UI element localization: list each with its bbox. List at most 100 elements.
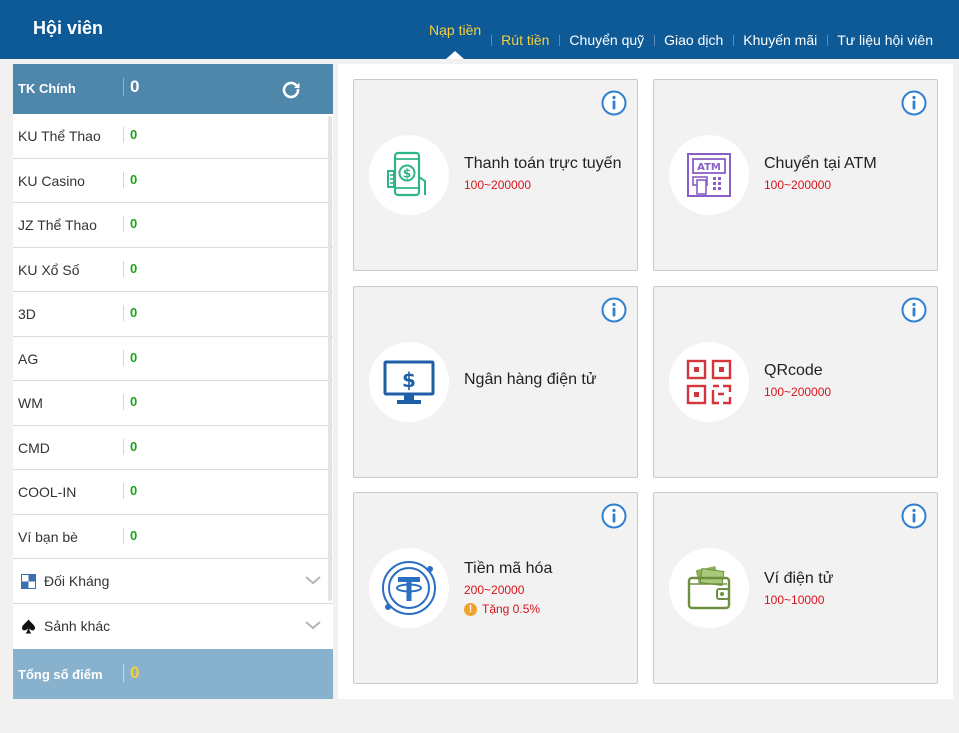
method-text: Ví điện tử 100~10000 — [764, 570, 833, 607]
list-item: CMD 0 — [13, 426, 333, 470]
method-text: Thanh toán trực tuyến 100~200000 — [464, 155, 621, 192]
method-card-e-wallet[interactable]: Ví điện tử 100~10000 — [653, 492, 938, 684]
method-title: Chuyển tại ATM — [764, 155, 877, 172]
mobile-payment-icon: $ — [387, 151, 426, 197]
method-icon-circle: ATM — [669, 135, 749, 215]
info-icon[interactable] — [601, 503, 627, 529]
method-range: 200~20000 — [464, 583, 525, 597]
list-item: WM 0 — [13, 381, 333, 426]
sidebar-scrollbar[interactable] — [328, 116, 332, 601]
method-range: 100~200000 — [764, 385, 832, 399]
wallet-name: COOL-IN — [18, 484, 77, 500]
wallet-sidebar: TK Chính 0 KU Thể Thao 0 KU Casino 0 JZ Th… — [13, 64, 333, 699]
method-icon-circle — [669, 342, 749, 422]
nav-giao-dich[interactable]: Giao dịch — [654, 32, 733, 48]
method-text: Ngân hàng điện tử — [464, 371, 597, 389]
wallet-name: KU Casino — [18, 172, 85, 189]
list-item: KU Thể Thao 0 — [13, 114, 333, 159]
method-icon-circle — [369, 548, 449, 628]
refresh-icon[interactable] — [279, 78, 303, 102]
wallet-value: 0 — [123, 349, 137, 366]
total-points-row: Tổng số điểm 0 — [13, 649, 333, 699]
group-doi-khang[interactable]: Đối Kháng — [13, 559, 333, 604]
wallet-value: 0 — [123, 171, 137, 188]
list-item: KU Xổ Số 0 — [13, 248, 333, 292]
info-icon[interactable] — [901, 503, 927, 529]
wallet-name: CMD — [18, 439, 50, 456]
checker-icon — [21, 574, 36, 589]
list-item: 3D 0 — [13, 292, 333, 337]
svg-text:$: $ — [402, 368, 416, 392]
method-title: Ví điện tử — [764, 570, 834, 587]
list-item: COOL-IN 0 — [13, 470, 333, 515]
svg-text:$: $ — [403, 167, 411, 181]
method-title: QRcode — [764, 362, 823, 379]
wallet-name: WM — [18, 395, 43, 411]
list-item: JZ Thể Thao 0 — [13, 203, 333, 248]
info-icon[interactable] — [601, 297, 627, 323]
wallet-name: JZ Thể Thao — [18, 217, 97, 233]
alert-icon: ! — [464, 602, 477, 616]
qrcode-icon — [686, 359, 732, 405]
main-account-value: 0 — [123, 78, 139, 96]
wallet-name: 3D — [18, 306, 36, 322]
method-card-e-banking[interactable]: $ Ngân hàng điện tử — [353, 286, 638, 478]
chevron-down-icon[interactable] — [305, 574, 321, 586]
method-text: Chuyển tại ATM 100~200000 — [764, 155, 877, 192]
monitor-dollar-icon: $ — [383, 360, 435, 404]
wallet-name: KU Xổ Số — [18, 261, 80, 278]
wallet-value: 0 — [123, 527, 137, 544]
method-card-crypto[interactable]: Tiền mã hóa 200~20000 ! Tặng 0.5% — [353, 492, 638, 684]
method-title: Tiền mã hóa — [464, 560, 553, 577]
wallet-value: 0 — [123, 483, 137, 499]
method-icon-circle — [669, 548, 749, 628]
sub-wallet-list: KU Thể Thao 0 KU Casino 0 JZ Thể Thao 0 KU … — [13, 114, 333, 649]
wallet-value: 0 — [123, 127, 137, 143]
list-item: KU Casino 0 — [13, 159, 333, 203]
svg-text:ATM: ATM — [697, 162, 721, 173]
nav-chuyen-quy[interactable]: Chuyển quỹ — [559, 32, 654, 48]
nav-khuyen-mai[interactable]: Khuyến mãi — [733, 32, 827, 48]
spade-icon — [22, 619, 35, 634]
method-icon-circle: $ — [369, 342, 449, 422]
group-label: Sảnh khác — [44, 618, 111, 634]
method-icon-circle: $ — [369, 135, 449, 215]
method-range: 100~10000 — [764, 593, 825, 607]
nav-rut-tien[interactable]: Rút tiền — [491, 32, 559, 48]
info-icon[interactable] — [901, 297, 927, 323]
main-account-label: TK Chính — [18, 81, 76, 96]
chevron-down-icon[interactable] — [305, 619, 321, 631]
info-icon[interactable] — [601, 90, 627, 116]
method-card-atm[interactable]: ATM Chuyển tại ATM 100~200000 — [653, 79, 938, 271]
deposit-methods-panel: $ Thanh toán trực tuyến 100~200000 ATM C… — [338, 64, 953, 699]
main-account-row: TK Chính 0 — [13, 64, 333, 114]
group-label: Đối Kháng — [44, 573, 110, 589]
nav-tu-lieu-hoi-vien[interactable]: Tư liệu hội viên — [827, 32, 943, 48]
wallet-value: 0 — [123, 438, 137, 455]
method-range: 100~200000 — [464, 178, 532, 192]
tether-icon — [382, 561, 436, 615]
group-sanh-khac[interactable]: Sảnh khác — [13, 604, 333, 649]
total-points-label: Tổng số điểm — [18, 667, 103, 682]
top-nav: Nạp tiền Rút tiền Chuyển quỹ Giao dịch K… — [419, 0, 943, 59]
method-card-online-payment[interactable]: $ Thanh toán trực tuyến 100~200000 — [353, 79, 638, 271]
method-title: Ngân hàng điện tử — [464, 371, 597, 388]
method-text: Tiền mã hóa 200~20000 ! Tặng 0.5% — [464, 560, 552, 616]
page-title: Hội viên — [33, 18, 104, 38]
wallet-value: 0 — [123, 216, 137, 232]
bonus-badge: ! Tặng 0.5% — [464, 602, 552, 616]
wallet-name: Ví bạn bè — [18, 528, 78, 545]
method-text: QRcode 100~200000 — [764, 362, 831, 399]
atm-icon: ATM — [687, 153, 731, 197]
list-item: Ví bạn bè 0 — [13, 515, 333, 559]
wallet-value: 0 — [123, 394, 137, 410]
info-icon[interactable] — [901, 90, 927, 116]
header: Hội viên Nạp tiền Rút tiền Chuyển quỹ Gi… — [0, 0, 959, 59]
wallet-name: AG — [18, 350, 39, 367]
bonus-text: Tặng 0.5% — [482, 602, 541, 616]
method-card-qrcode[interactable]: QRcode 100~200000 — [653, 286, 938, 478]
wallet-icon — [687, 566, 731, 610]
method-range: 100~200000 — [764, 178, 832, 192]
nav-nap-tien[interactable]: Nạp tiền — [419, 22, 491, 59]
wallet-value: 0 — [123, 305, 137, 321]
